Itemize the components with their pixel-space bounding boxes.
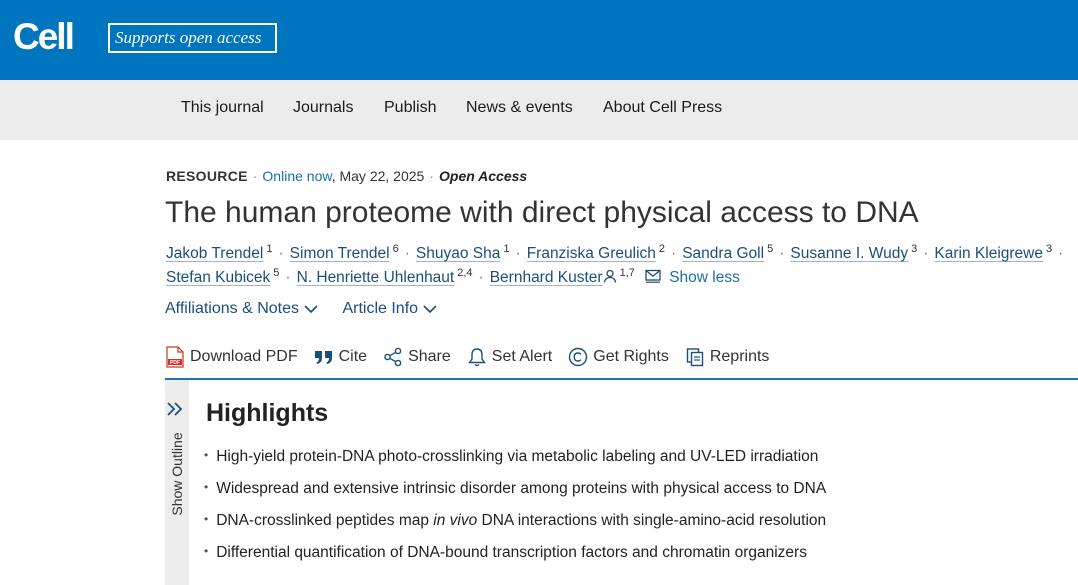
download-pdf-label: Download PDF [190, 348, 298, 365]
highlight-item: • DNA-crosslinked peptides map in vivo DN… [204, 512, 826, 530]
download-pdf-button[interactable]: PDF Download PDF [165, 346, 298, 368]
author-separator: · [285, 269, 291, 286]
article-info-toggle[interactable]: Article Info [342, 300, 437, 318]
online-now-link[interactable]: Online now [262, 168, 331, 184]
author-list-line-2: Stefan Kubicek 5 · N. Henriette Uhlenhaut 2,… [166, 267, 740, 288]
share-icon [384, 347, 402, 367]
article-title: The human proteome with direct physical … [165, 196, 919, 229]
section-divider [165, 378, 1078, 380]
highlight-text-pre: DNA-crosslinked peptides map [216, 512, 434, 529]
highlight-text-em: in vivo [433, 512, 478, 529]
author-separator: · [1058, 245, 1064, 262]
copyright-icon [569, 347, 588, 367]
cite-label: Cite [338, 348, 368, 365]
svg-text:PDF: PDF [170, 360, 180, 366]
nav-this-journal[interactable]: This journal [181, 99, 264, 117]
corresponding-author-icon [603, 269, 617, 288]
meta-separator: · [252, 168, 258, 184]
article-dropdowns: Affiliations & Notes Article Info [165, 300, 437, 318]
article-info-label: Article Info [342, 300, 419, 317]
author-list-line-1: Jakob Trendel 1 · Simon Trendel 6 · Shuyao Sha… [166, 243, 1069, 263]
author-affiliation: 1,7 [619, 267, 635, 279]
pdf-icon: PDF [166, 346, 184, 368]
main-nav: This journal Journals Publish News & eve… [0, 80, 1078, 140]
author-link[interactable]: Bernhard Kuster [490, 269, 603, 286]
set-alert-label: Set Alert [491, 348, 553, 365]
get-rights-label: Get Rights [593, 348, 669, 365]
email-icon[interactable] [645, 269, 661, 288]
show-outline-panel[interactable]: Show Outline [165, 380, 189, 585]
nav-publish[interactable]: Publish [384, 99, 436, 117]
author-affiliation: 3 [1045, 243, 1053, 255]
open-access-badge[interactable]: Supports open access [108, 23, 277, 53]
highlight-item: • Widespread and extensive intrinsic diso… [204, 480, 826, 498]
highlight-item: • Differential quantification of DNA-boun… [204, 544, 807, 562]
author-separator: · [404, 245, 410, 262]
affiliations-label: Affiliations & Notes [165, 300, 299, 317]
double-chevron-right-icon [167, 402, 183, 416]
author-link[interactable]: Franziska Greulich [527, 245, 656, 262]
affiliations-notes-toggle[interactable]: Affiliations & Notes [165, 300, 318, 318]
show-less-button[interactable]: Show less [669, 269, 740, 286]
author-link[interactable]: Simon Trendel [290, 245, 390, 262]
highlight-text-post: DNA interactions with single-amino-acid … [477, 512, 827, 529]
reprints-button[interactable]: Reprints [685, 347, 770, 367]
bullet-icon: • [204, 448, 209, 462]
author-separator: · [478, 269, 484, 286]
bullet-icon: • [204, 512, 209, 526]
author-separator: · [923, 245, 929, 262]
nav-about-cell-press[interactable]: About Cell Press [603, 99, 722, 117]
highlights-heading: Highlights [206, 399, 329, 427]
chevron-down-icon [304, 305, 318, 314]
author-separator: · [278, 245, 284, 262]
set-alert-button[interactable]: Set Alert [467, 347, 552, 367]
article-type: RESOURCE [166, 168, 248, 184]
author-link[interactable]: Sandra Goll [682, 245, 764, 262]
open-access-label: Open Access [439, 168, 528, 184]
author-affiliation: 3 [911, 243, 918, 255]
nav-journals[interactable]: Journals [293, 99, 353, 117]
cite-button[interactable]: Cite [314, 348, 367, 366]
reprints-label: Reprints [709, 348, 770, 365]
quote-icon [314, 351, 332, 364]
chevron-down-icon [423, 305, 437, 314]
share-button[interactable]: Share [383, 347, 451, 367]
highlight-text: Widespread and extensive intrinsic disor… [216, 480, 827, 497]
nav-news-events[interactable]: News & events [466, 99, 573, 117]
highlight-text: Differential quantification of DNA-bound… [216, 544, 807, 561]
get-rights-button[interactable]: Get Rights [568, 347, 669, 367]
author-separator: · [671, 245, 677, 262]
publication-date: , May 22, 2025 [331, 168, 425, 184]
author-affiliation: 5 [273, 267, 280, 279]
cell-logo[interactable]: Cell [13, 17, 75, 57]
highlight-item: • High-yield protein-DNA photo-crosslinki… [204, 448, 818, 466]
author-link[interactable]: Jakob Trendel [166, 245, 263, 262]
author-link[interactable]: Susanne I. Wudy [790, 245, 908, 262]
author-link[interactable]: N. Henriette Uhlenhaut [297, 269, 455, 286]
author-affiliation: 2 [658, 243, 666, 255]
brand-header: Cell Supports open access [0, 0, 1078, 80]
highlight-text: High-yield protein-DNA photo-crosslinkin… [216, 448, 819, 465]
bell-icon [467, 348, 486, 367]
author-affiliation: 2,4 [457, 267, 473, 279]
article-meta: RESOURCE · Online now, May 22, 2025 · Open A… [166, 168, 527, 184]
author-link[interactable]: Shuyao Sha [416, 245, 500, 262]
author-affiliation: 6 [392, 243, 399, 255]
author-affiliation: 1 [266, 243, 273, 255]
author-affiliation: 1 [503, 243, 510, 255]
show-outline-label: Show Outline [169, 432, 185, 516]
reprints-icon [686, 348, 704, 367]
author-affiliation: 5 [767, 243, 774, 255]
bullet-icon: • [204, 544, 209, 558]
article-actions: PDF Download PDF Cite Share Set Alert Ge… [165, 346, 785, 368]
bullet-icon: • [204, 480, 209, 494]
author-link[interactable]: Stefan Kubicek [166, 269, 270, 286]
author-link[interactable]: Karin Kleigrewe [934, 245, 1043, 262]
author-separator: · [515, 245, 521, 262]
meta-separator: · [429, 168, 434, 184]
share-label: Share [408, 348, 451, 365]
author-separator: · [779, 245, 785, 262]
